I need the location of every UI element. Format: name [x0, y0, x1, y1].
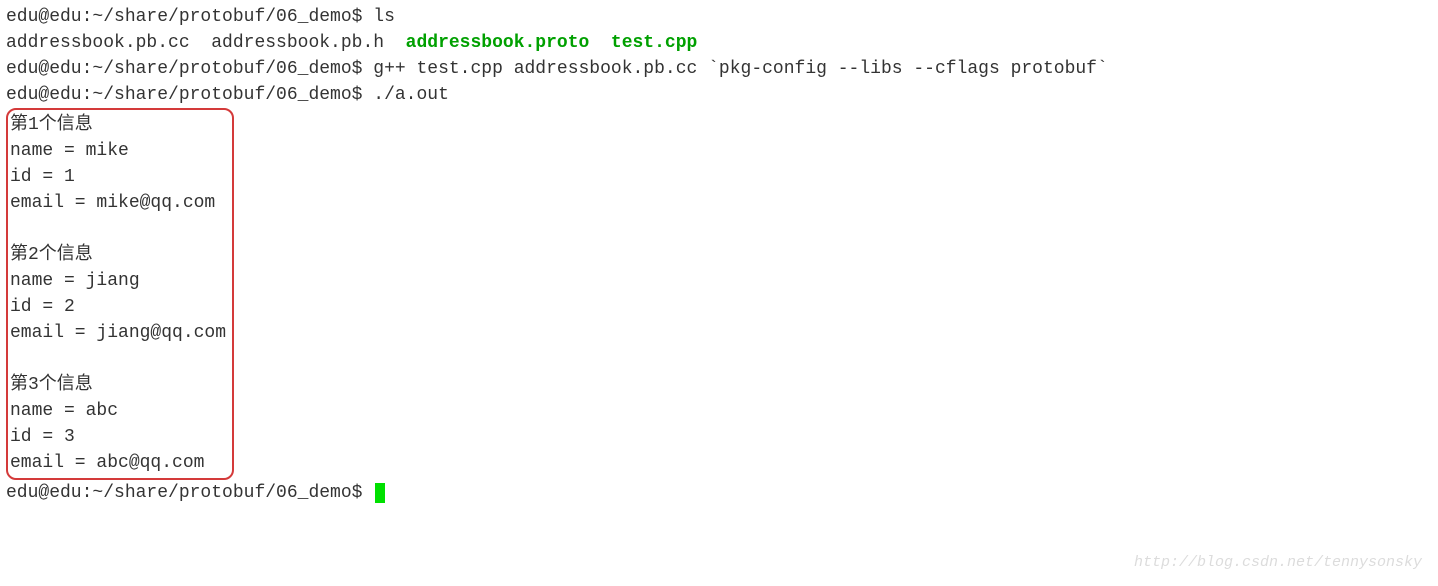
output-line: 第1个信息	[10, 112, 226, 138]
file-item: addressbook.pb.h	[211, 33, 405, 53]
file-item: addressbook.pb.cc	[6, 33, 211, 53]
output-line: email = jiang@qq.com	[10, 320, 226, 346]
shell-prompt: edu@edu:~/share/protobuf/06_demo$	[6, 59, 373, 79]
output-line: name = jiang	[10, 268, 226, 294]
terminal-line-ls-output: addressbook.pb.cc addressbook.pb.h addre…	[6, 30, 1432, 56]
output-line: name = abc	[10, 398, 226, 424]
terminal-line-prompt[interactable]: edu@edu:~/share/protobuf/06_demo$	[6, 480, 1432, 506]
terminal-line-ls: edu@edu:~/share/protobuf/06_demo$ ls	[6, 4, 1432, 30]
output-line: 第3个信息	[10, 372, 226, 398]
output-line: name = mike	[10, 138, 226, 164]
file-item: test.cpp	[611, 33, 697, 53]
output-line: id = 1	[10, 164, 226, 190]
output-line: email = mike@qq.com	[10, 190, 226, 216]
shell-prompt: edu@edu:~/share/protobuf/06_demo$	[6, 85, 373, 105]
command-text: g++ test.cpp addressbook.pb.cc `pkg-conf…	[373, 59, 1108, 79]
terminal-line-gpp: edu@edu:~/share/protobuf/06_demo$ g++ te…	[6, 56, 1432, 82]
watermark-text: http://blog.csdn.net/tennysonsky	[1134, 550, 1422, 576]
terminal-line-run: edu@edu:~/share/protobuf/06_demo$ ./a.ou…	[6, 82, 1432, 108]
output-line: id = 3	[10, 424, 226, 450]
file-item: addressbook.proto	[406, 33, 611, 53]
shell-prompt: edu@edu:~/share/protobuf/06_demo$	[6, 7, 373, 27]
output-line: 第2个信息	[10, 242, 226, 268]
output-highlight-box: 第1个信息 name = mike id = 1 email = mike@qq…	[6, 108, 234, 480]
output-blank	[10, 216, 226, 242]
shell-prompt: edu@edu:~/share/protobuf/06_demo$	[6, 483, 373, 503]
output-line: id = 2	[10, 294, 226, 320]
output-blank	[10, 346, 226, 372]
command-text: ls	[373, 7, 395, 27]
command-text: ./a.out	[373, 85, 449, 105]
cursor	[375, 483, 385, 503]
output-line: email = abc@qq.com	[10, 450, 226, 476]
